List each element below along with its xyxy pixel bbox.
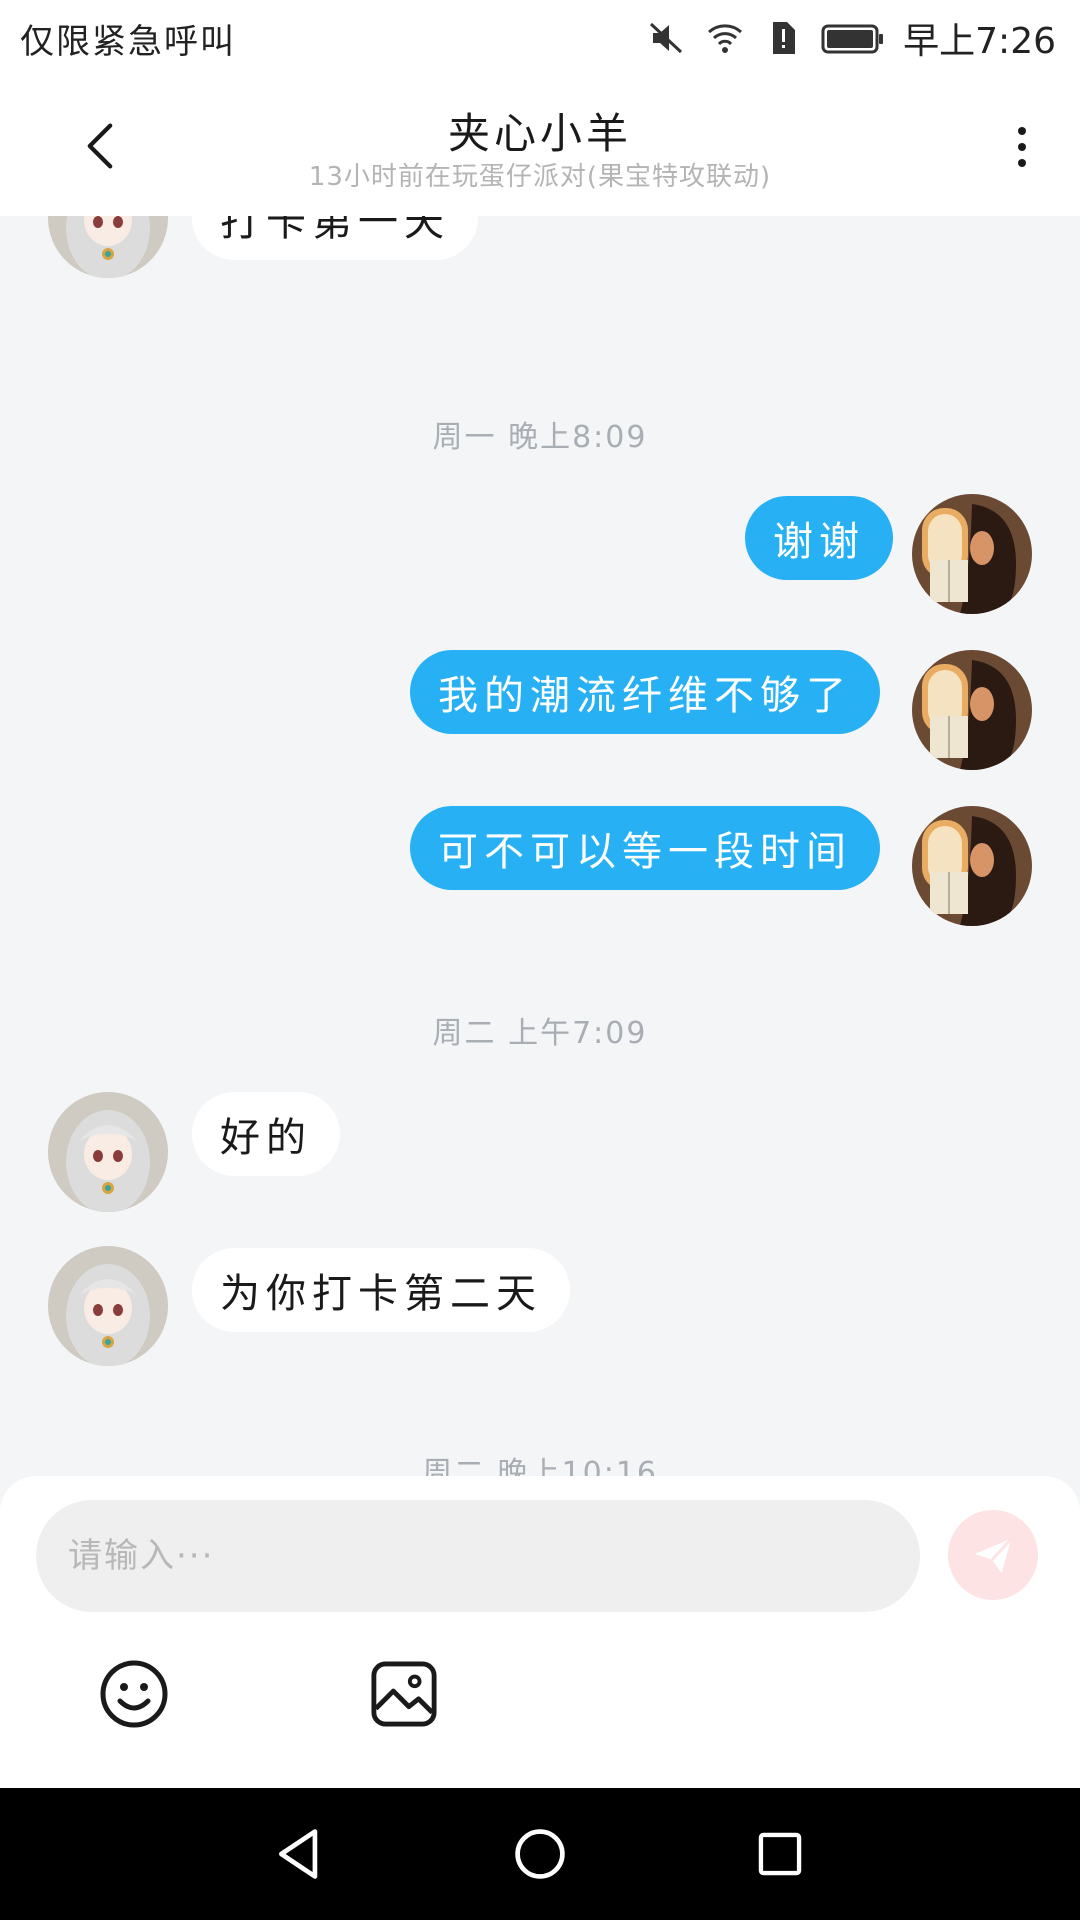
sim-alert-icon — [763, 18, 803, 58]
message-composer — [0, 1476, 1080, 1788]
carrier-status-text: 仅限紧急呼叫 — [20, 22, 236, 62]
my-avatar[interactable] — [912, 494, 1032, 614]
message-bubble-incoming[interactable]: 好的 — [192, 1092, 340, 1176]
mute-icon — [647, 18, 687, 58]
image-icon — [371, 1661, 437, 1727]
status-icons: 早上7:26 — [647, 10, 1056, 66]
wifi-icon — [705, 18, 745, 58]
smiley-icon — [100, 1660, 168, 1728]
page-title: 夹心小羊 — [447, 109, 632, 158]
contact-avatar[interactable] — [48, 216, 168, 278]
nav-back-button[interactable] — [266, 1820, 334, 1888]
system-navigation-bar — [0, 1788, 1080, 1920]
status-bar: 仅限紧急呼叫 早上7:26 — [0, 0, 1080, 76]
timestamp-separator: 周二 晚上10:16 — [422, 1456, 658, 1476]
message-bubble-outgoing[interactable]: 可不可以等一段时间 — [410, 806, 880, 890]
send-button[interactable] — [948, 1510, 1038, 1600]
send-icon — [974, 1537, 1013, 1574]
timestamp-separator: 周一 晚上8:09 — [432, 420, 648, 455]
message-bubble-outgoing[interactable]: 我的潮流纤维不够了 — [410, 650, 880, 734]
clock-time: 早上7:26 — [903, 21, 1056, 62]
emoji-button[interactable] — [96, 1656, 172, 1732]
image-button[interactable] — [366, 1656, 442, 1732]
message-input[interactable] — [36, 1500, 920, 1612]
contact-avatar[interactable] — [48, 1092, 168, 1212]
contact-avatar[interactable] — [48, 1246, 168, 1366]
circle-home-icon — [515, 1829, 565, 1879]
more-vertical-icon — [1018, 127, 1026, 167]
timestamp-separator: 周二 上午7:09 — [432, 1016, 648, 1051]
nav-recents-button[interactable] — [746, 1820, 814, 1888]
my-avatar[interactable] — [912, 806, 1032, 926]
message-list[interactable]: 打卡第一天 周一 晚上8:09 谢谢 我的潮流纤维不够了 可不可以等一段时间 周… — [0, 216, 1080, 1476]
battery-icon — [821, 18, 885, 58]
my-avatar[interactable] — [912, 650, 1032, 770]
triangle-back-icon — [279, 1829, 318, 1879]
nav-home-button[interactable] — [506, 1820, 574, 1888]
contact-activity-status: 13小时前在玩蛋仔派对(果宝特攻联动) — [308, 162, 772, 192]
square-recents-icon — [758, 1832, 802, 1876]
message-bubble-incoming[interactable]: 打卡第一天 — [192, 216, 478, 260]
more-options-button[interactable] — [992, 112, 1052, 182]
message-bubble-outgoing[interactable]: 谢谢 — [745, 496, 893, 580]
message-bubble-incoming[interactable]: 为你打卡第二天 — [192, 1248, 570, 1332]
chat-header: 夹心小羊 13小时前在玩蛋仔派对(果宝特攻联动) — [0, 76, 1080, 216]
